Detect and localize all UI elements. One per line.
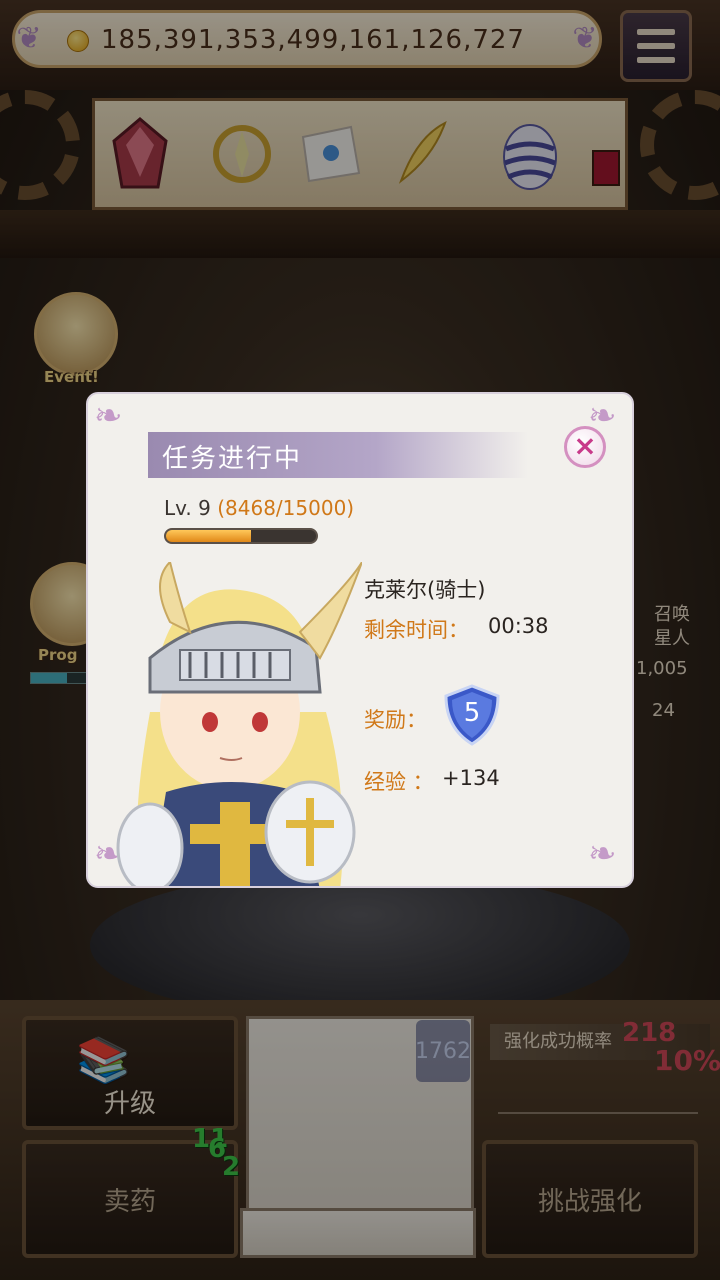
exp-label: 经验 ： xyxy=(364,770,434,794)
character-name: 克莱尔(骑士) xyxy=(364,578,486,602)
exp-bar-fill xyxy=(166,530,251,542)
exp-value: +134 xyxy=(442,766,500,790)
time-label: 剩余时间： xyxy=(364,618,469,642)
close-icon: × xyxy=(573,429,597,462)
reward-value: 5 xyxy=(463,698,481,728)
corner-ornament-icon: ❧ xyxy=(588,834,617,874)
corner-ornament-icon: ❧ xyxy=(94,396,123,436)
exp-bar xyxy=(164,528,318,544)
exp-text: (8468/15000) xyxy=(217,496,355,520)
level-line: Lv. 9 (8468/15000) xyxy=(164,496,354,520)
time-value: 00:38 xyxy=(488,614,549,638)
knight-portrait xyxy=(116,562,362,886)
close-button[interactable]: × xyxy=(564,426,606,468)
reward-label: 奖励： xyxy=(364,708,427,732)
dialog-title: 任务进行中 xyxy=(162,444,303,474)
level-text: Lv. 9 xyxy=(164,496,211,520)
quest-dialog: ❧ ❧ ❧ ❧ 任务进行中 × Lv. 9 (8468/15000) 克莱尔(骑… xyxy=(86,392,634,888)
